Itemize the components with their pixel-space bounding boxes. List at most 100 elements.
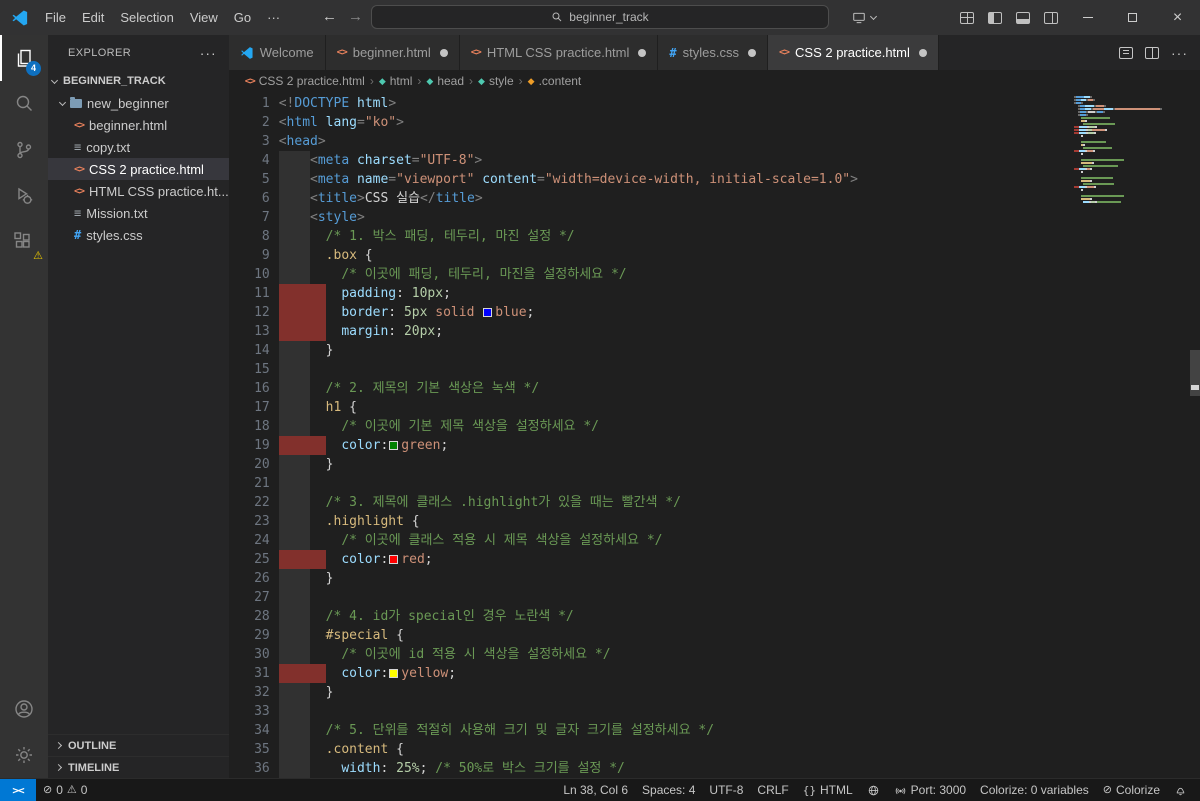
code-line-29[interactable]: 29 #special { — [229, 626, 1200, 645]
line-number[interactable]: 27 — [229, 588, 279, 607]
menu-file[interactable]: File — [37, 0, 74, 35]
line-number[interactable]: 34 — [229, 721, 279, 740]
explorer-item-new-beginner[interactable]: new_beginner — [48, 92, 229, 114]
split-editor-icon[interactable] — [1145, 46, 1159, 59]
panel-timeline[interactable]: TIMELINE — [48, 756, 229, 778]
minimap[interactable] — [1074, 96, 1186, 204]
toggle-sidebar-icon[interactable] — [988, 11, 1002, 24]
run-debug-activity-icon[interactable] — [0, 173, 48, 219]
breadcrumb-style[interactable]: ◆ style — [478, 74, 514, 88]
code-line-22[interactable]: 22 /* 3. 제목에 클래스 .highlight가 있을 때는 빨간색 *… — [229, 493, 1200, 512]
code-line-2[interactable]: 2 <html lang="ko"> — [229, 113, 1200, 132]
tab-html-css-practice-html[interactable]: <> HTML CSS practice.html — [459, 35, 659, 70]
breadcrumb-content[interactable]: ◆ .content — [528, 74, 582, 88]
minimize-button[interactable] — [1065, 0, 1110, 35]
line-number[interactable]: 4 — [229, 151, 279, 170]
maximize-button[interactable] — [1110, 0, 1155, 35]
line-number[interactable]: 28 — [229, 607, 279, 626]
code-line-7[interactable]: 7 <style> — [229, 208, 1200, 227]
breadcrumb-head[interactable]: ◆ head — [426, 74, 464, 88]
account-icon[interactable] — [0, 686, 48, 732]
eol-setting[interactable]: CRLF — [750, 779, 795, 801]
workspace-root[interactable]: BEGINNER_TRACK — [48, 70, 229, 92]
explorer-item-copy-txt[interactable]: ≡ copy.txt — [48, 136, 229, 158]
line-number[interactable]: 16 — [229, 379, 279, 398]
line-number[interactable]: 11 — [229, 284, 279, 303]
color-swatch[interactable] — [389, 555, 399, 564]
line-number[interactable]: 14 — [229, 341, 279, 360]
code-line-36[interactable]: 36 width: 25%; /* 50%로 박스 크기를 설정 */ — [229, 759, 1200, 778]
code-line-16[interactable]: 16 /* 2. 제목의 기본 색상은 녹색 */ — [229, 379, 1200, 398]
color-swatch[interactable] — [389, 669, 399, 678]
colorize-toggle[interactable]: ⊘ Colorize — [1096, 779, 1167, 801]
code-line-24[interactable]: 24 /* 이곳에 클래스 적용 시 제목 색상을 설정하세요 */ — [229, 531, 1200, 550]
port-indicator[interactable]: Port: 3000 — [887, 779, 973, 801]
code-line-6[interactable]: 6 <title>CSS 실습</title> — [229, 189, 1200, 208]
code-line-13[interactable]: 13 margin: 20px; — [229, 322, 1200, 341]
color-swatch[interactable] — [483, 308, 493, 317]
line-number[interactable]: 22 — [229, 493, 279, 512]
open-preview-icon[interactable] — [1119, 46, 1133, 59]
panel-outline[interactable]: OUTLINE — [48, 734, 229, 756]
indentation-setting[interactable]: Spaces: 4 — [635, 779, 702, 801]
line-number[interactable]: 17 — [229, 398, 279, 417]
cursor-position[interactable]: Ln 38, Col 6 — [556, 779, 635, 801]
tab-beginner-html[interactable]: <> beginner.html — [325, 35, 460, 70]
line-number[interactable]: 20 — [229, 455, 279, 474]
code-line-26[interactable]: 26 } — [229, 569, 1200, 588]
code-line-15[interactable]: 15 — [229, 360, 1200, 379]
more-actions-icon[interactable]: ··· — [1171, 45, 1188, 61]
line-number[interactable]: 30 — [229, 645, 279, 664]
explorer-activity-icon[interactable]: 4 — [0, 35, 48, 81]
explorer-item-css-2-practice-html[interactable]: <> CSS 2 practice.html — [48, 158, 229, 180]
colorize-variables[interactable]: Colorize: 0 variables — [973, 779, 1096, 801]
code-line-27[interactable]: 27 — [229, 588, 1200, 607]
code-line-33[interactable]: 33 — [229, 702, 1200, 721]
tab-welcome[interactable]: Welcome — [228, 35, 326, 70]
line-number[interactable]: 1 — [229, 94, 279, 113]
explorer-more-icon[interactable]: ··· — [200, 45, 217, 61]
line-number[interactable]: 18 — [229, 417, 279, 436]
line-number[interactable]: 15 — [229, 360, 279, 379]
breadcrumb-css-2-practice-html[interactable]: <> CSS 2 practice.html — [245, 74, 365, 88]
code-line-14[interactable]: 14 } — [229, 341, 1200, 360]
line-number[interactable]: 24 — [229, 531, 279, 550]
customize-layout-icon[interactable] — [960, 11, 974, 24]
code-line-20[interactable]: 20 } — [229, 455, 1200, 474]
code-line-28[interactable]: 28 /* 4. id가 special인 경우 노란색 */ — [229, 607, 1200, 626]
back-icon[interactable]: ← — [322, 0, 337, 35]
toggle-panel-icon[interactable] — [1016, 11, 1030, 24]
encoding-setting[interactable]: UTF-8 — [702, 779, 750, 801]
code-line-8[interactable]: 8 /* 1. 박스 패딩, 테두리, 마진 설정 */ — [229, 227, 1200, 246]
explorer-item-mission-txt[interactable]: ≡ Mission.txt — [48, 202, 229, 224]
live-preview-globe[interactable] — [860, 779, 887, 801]
explorer-item-beginner-html[interactable]: <> beginner.html — [48, 114, 229, 136]
extensions-activity-icon[interactable]: ⚠ — [0, 219, 48, 265]
line-number[interactable]: 32 — [229, 683, 279, 702]
explorer-item-html-css-practice-ht[interactable]: <> HTML CSS practice.ht... — [48, 180, 229, 202]
search-box[interactable]: beginner_track — [371, 5, 829, 29]
code-line-4[interactable]: 4 <meta charset="UTF-8"> — [229, 151, 1200, 170]
search-activity-icon[interactable] — [0, 81, 48, 127]
color-swatch[interactable] — [389, 441, 399, 450]
menu-edit[interactable]: Edit — [74, 0, 112, 35]
code-line-34[interactable]: 34 /* 5. 단위를 적절히 사용해 크기 및 글자 크기를 설정하세요 *… — [229, 721, 1200, 740]
menu-view[interactable]: View — [182, 0, 226, 35]
code-line-12[interactable]: 12 border: 5px solid blue; — [229, 303, 1200, 322]
code-line-23[interactable]: 23 .highlight { — [229, 512, 1200, 531]
line-number[interactable]: 2 — [229, 113, 279, 132]
line-number[interactable]: 5 — [229, 170, 279, 189]
problems-indicator[interactable]: ⊘ 0 ⚠ 0 — [36, 779, 94, 801]
line-number[interactable]: 35 — [229, 740, 279, 759]
line-number[interactable]: 19 — [229, 436, 279, 455]
menu-selection[interactable]: Selection — [112, 0, 181, 35]
settings-gear-icon[interactable] — [0, 732, 48, 778]
code-line-11[interactable]: 11 padding: 10px; — [229, 284, 1200, 303]
language-mode[interactable]: {} HTML — [796, 779, 860, 801]
line-number[interactable]: 25 — [229, 550, 279, 569]
notifications-bell[interactable] — [1167, 779, 1194, 801]
line-number[interactable]: 9 — [229, 246, 279, 265]
tab-css-2-practice-html[interactable]: <> CSS 2 practice.html — [767, 35, 939, 70]
remote-indicator[interactable]: >< — [0, 779, 36, 801]
line-number[interactable]: 6 — [229, 189, 279, 208]
